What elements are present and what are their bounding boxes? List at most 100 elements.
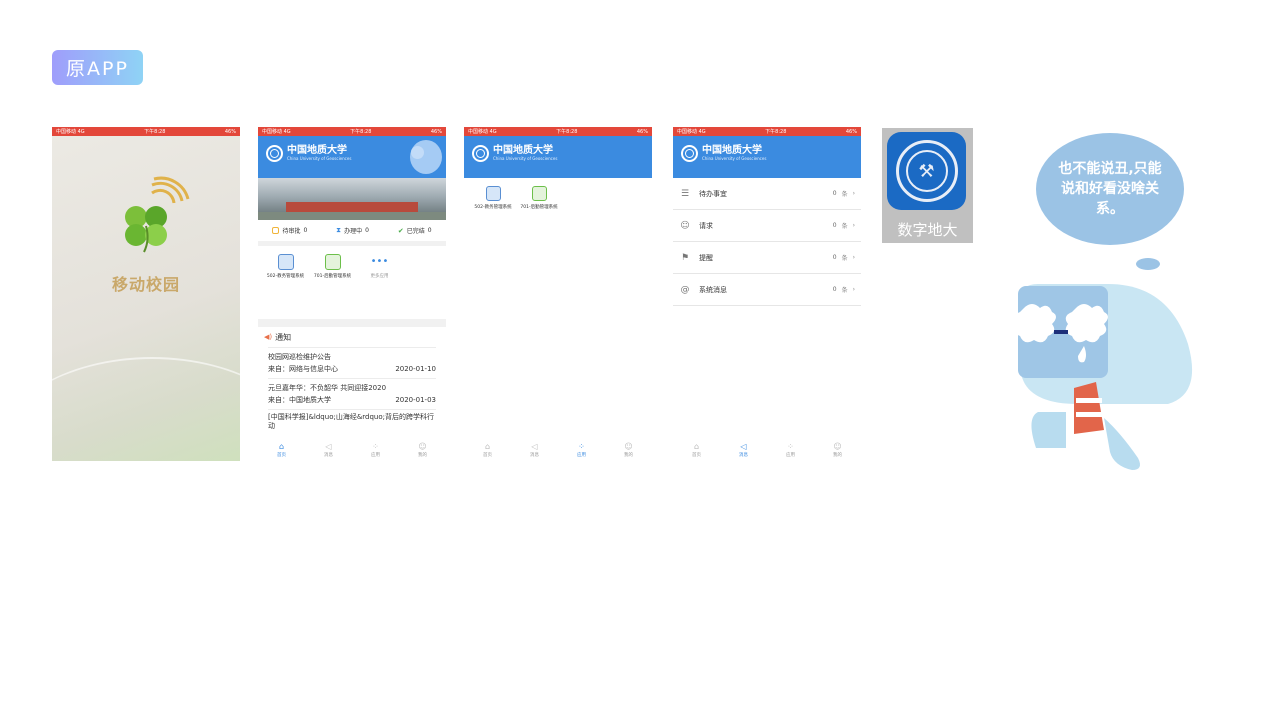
message-unit: 条 xyxy=(841,223,848,230)
tab-label: 应用 xyxy=(577,453,586,458)
home-icon: ⌂ xyxy=(278,442,285,451)
splash-screen: 中国移动 4G 下午8:28 46% 移动校园 xyxy=(52,127,240,461)
message-unit: 条 xyxy=(841,255,848,262)
battery-text: 46% xyxy=(636,128,648,135)
crying-character-illustration xyxy=(1013,284,1193,470)
divider xyxy=(258,319,446,327)
tab-me[interactable]: ☺ 我的 xyxy=(823,442,853,458)
chevron-right-icon: › xyxy=(852,222,855,229)
tab-me[interactable]: ☺ 我的 xyxy=(614,442,644,458)
tab-label: 首页 xyxy=(483,453,492,458)
message-row-reminder[interactable]: ⚑ 提醒 0 条 › xyxy=(673,242,861,274)
splash-title: 移动校园 xyxy=(111,275,180,294)
apps-screen: 中国移动 4G 下午8:28 46% 中国地质大学 China Universi… xyxy=(464,127,652,461)
stat-done[interactable]: ✔ 已完结 0 xyxy=(397,226,432,236)
flag-icon: ⚑ xyxy=(680,252,690,263)
battery-text: 46% xyxy=(430,128,442,135)
status-bar: 中国移动 4G 下午8:28 46% xyxy=(464,127,652,136)
speaker-icon: ◀) xyxy=(264,333,273,341)
tab-me[interactable]: ☺ 我的 xyxy=(408,442,438,458)
app-label: 502-教务管理系统 xyxy=(266,274,305,279)
message-count: 0 xyxy=(832,190,837,197)
app-label: 更多应用 xyxy=(370,274,389,279)
tab-bar: ⌂ 首页 ◁ 消息 ⁘ 应用 ☺ 我的 xyxy=(464,439,652,461)
logo-cn: 中国地质大学 xyxy=(702,145,762,156)
stat-processing[interactable]: ⧗ 办理中 0 xyxy=(336,226,369,235)
tab-label: 我的 xyxy=(624,453,633,458)
notice-item-date: 2020-01-10 xyxy=(395,365,436,373)
banner-building xyxy=(286,202,418,212)
speaker-icon: ◁ xyxy=(531,442,538,451)
tab-label: 消息 xyxy=(739,453,748,458)
message-row-system[interactable]: @ 系统消息 0 条 › xyxy=(673,274,861,306)
battery-text: 46% xyxy=(845,128,857,135)
time-text: 下午8:28 xyxy=(350,129,372,135)
notice-item[interactable]: 元旦嘉年华：不负韶华 共同迎接2020 来自：中国地质大学 2020-01-03 xyxy=(268,378,436,409)
bubble-text: 也不能说丑,只能说和好看没啥关系。 xyxy=(1058,161,1162,217)
document-icon: ☰ xyxy=(680,188,690,199)
message-row-todo[interactable]: ☰ 待办事宜 0 条 › xyxy=(673,178,861,210)
tab-home[interactable]: ⌂ 首页 xyxy=(473,442,503,458)
campus-banner[interactable] xyxy=(258,178,446,220)
app-header: 中国地质大学 China University of Geosciences xyxy=(673,136,861,178)
message-row-request[interactable]: ☺ 请求 0 条 › xyxy=(673,210,861,242)
logo-cn: 中国地质大学 xyxy=(287,145,347,156)
tab-home[interactable]: ⌂ 首页 xyxy=(267,442,297,458)
academic-system-icon xyxy=(277,254,294,270)
university-logo: 中国地质大学 China University of Geosciences xyxy=(266,145,351,162)
tab-apps[interactable]: ⁘ 应用 xyxy=(567,442,597,458)
stat-value: 0 xyxy=(365,227,369,234)
notice-item[interactable]: 校园网巡检维护公告 来自：网络与信息中心 2020-01-10 xyxy=(268,347,436,378)
app-header: 中国地质大学 China University of Geosciences xyxy=(464,136,652,178)
notice-header: ◀) 通知 xyxy=(258,327,446,347)
message-label: 待办事宜 xyxy=(699,189,727,198)
notice-item-date: 2020-01-03 xyxy=(395,396,436,404)
messages-screen: 中国移动 4G 下午8:28 46% 中国地质大学 China Universi… xyxy=(673,127,861,461)
time-text: 下午8:28 xyxy=(765,129,787,135)
logo-en: China University of Geosciences xyxy=(493,156,558,161)
carrier-text: 中国移动 4G xyxy=(262,129,291,135)
app-header: 中国地质大学 China University of Geosciences xyxy=(258,136,446,178)
message-label: 请求 xyxy=(699,221,713,230)
emblem-icon xyxy=(472,145,489,162)
logistics-system-icon xyxy=(531,186,547,201)
message-count: 0 xyxy=(832,222,837,229)
speech-bubble: 也不能说丑,只能说和好看没啥关系。 xyxy=(1036,133,1184,245)
notice-item[interactable]: [中国科学报]&ldquo;山海经&rdquo;背后的跨学科行动 xyxy=(268,409,436,434)
stat-pending[interactable]: 待审批 0 xyxy=(272,226,307,235)
tab-label: 首页 xyxy=(692,453,701,458)
app-item-logistics[interactable]: 701-后勤管理系统 xyxy=(516,186,562,211)
check-icon: ✔ xyxy=(397,226,404,235)
tab-apps[interactable]: ⁘ 应用 xyxy=(776,442,806,458)
tab-home[interactable]: ⌂ 首页 xyxy=(682,442,712,458)
logo-en: China University of Geosciences xyxy=(287,156,352,161)
app-item-academic[interactable]: 502-教务管理系统 xyxy=(470,186,516,211)
status-bar: 中国移动 4G 下午8:28 46% xyxy=(52,127,240,136)
app-item-logistics[interactable]: 701-后勤管理系统 xyxy=(309,254,356,301)
tab-apps[interactable]: ⁘ 应用 xyxy=(361,442,391,458)
message-count: 0 xyxy=(832,254,837,261)
carrier-text: 中国移动 4G xyxy=(677,129,706,135)
message-label: 提醒 xyxy=(699,253,713,262)
tab-label: 首页 xyxy=(277,453,286,458)
notice-item-title: 校园网巡检维护公告 xyxy=(268,353,331,361)
tab-messages[interactable]: ◁ 消息 xyxy=(314,442,344,458)
task-stats: 待审批 0 ⧗ 办理中 0 ✔ 已完结 0 xyxy=(258,220,446,246)
hourglass-icon: ⧗ xyxy=(336,226,342,234)
university-emblem-icon: ⚒ xyxy=(887,132,966,210)
edit-icon xyxy=(272,227,280,234)
app-label: 701-后勤管理系统 xyxy=(520,205,558,210)
speaker-icon: ◁ xyxy=(325,442,332,451)
tab-messages[interactable]: ◁ 消息 xyxy=(729,442,759,458)
tab-label: 应用 xyxy=(371,453,380,458)
tab-label: 我的 xyxy=(418,453,427,458)
decorative-curve xyxy=(52,357,240,461)
emblem-icon xyxy=(266,145,283,162)
notice-item-title: [中国科学报]&ldquo;山海经&rdquo;背后的跨学科行动 xyxy=(268,413,435,430)
app-item-academic[interactable]: 502-教务管理系统 xyxy=(262,254,309,301)
clover-logo-icon xyxy=(125,176,190,253)
app-item-more[interactable]: ••• 更多应用 xyxy=(356,254,403,301)
tab-messages[interactable]: ◁ 消息 xyxy=(520,442,550,458)
notice-item-source: 来自：网络与信息中心 xyxy=(268,365,338,373)
tab-label: 我的 xyxy=(833,453,842,458)
